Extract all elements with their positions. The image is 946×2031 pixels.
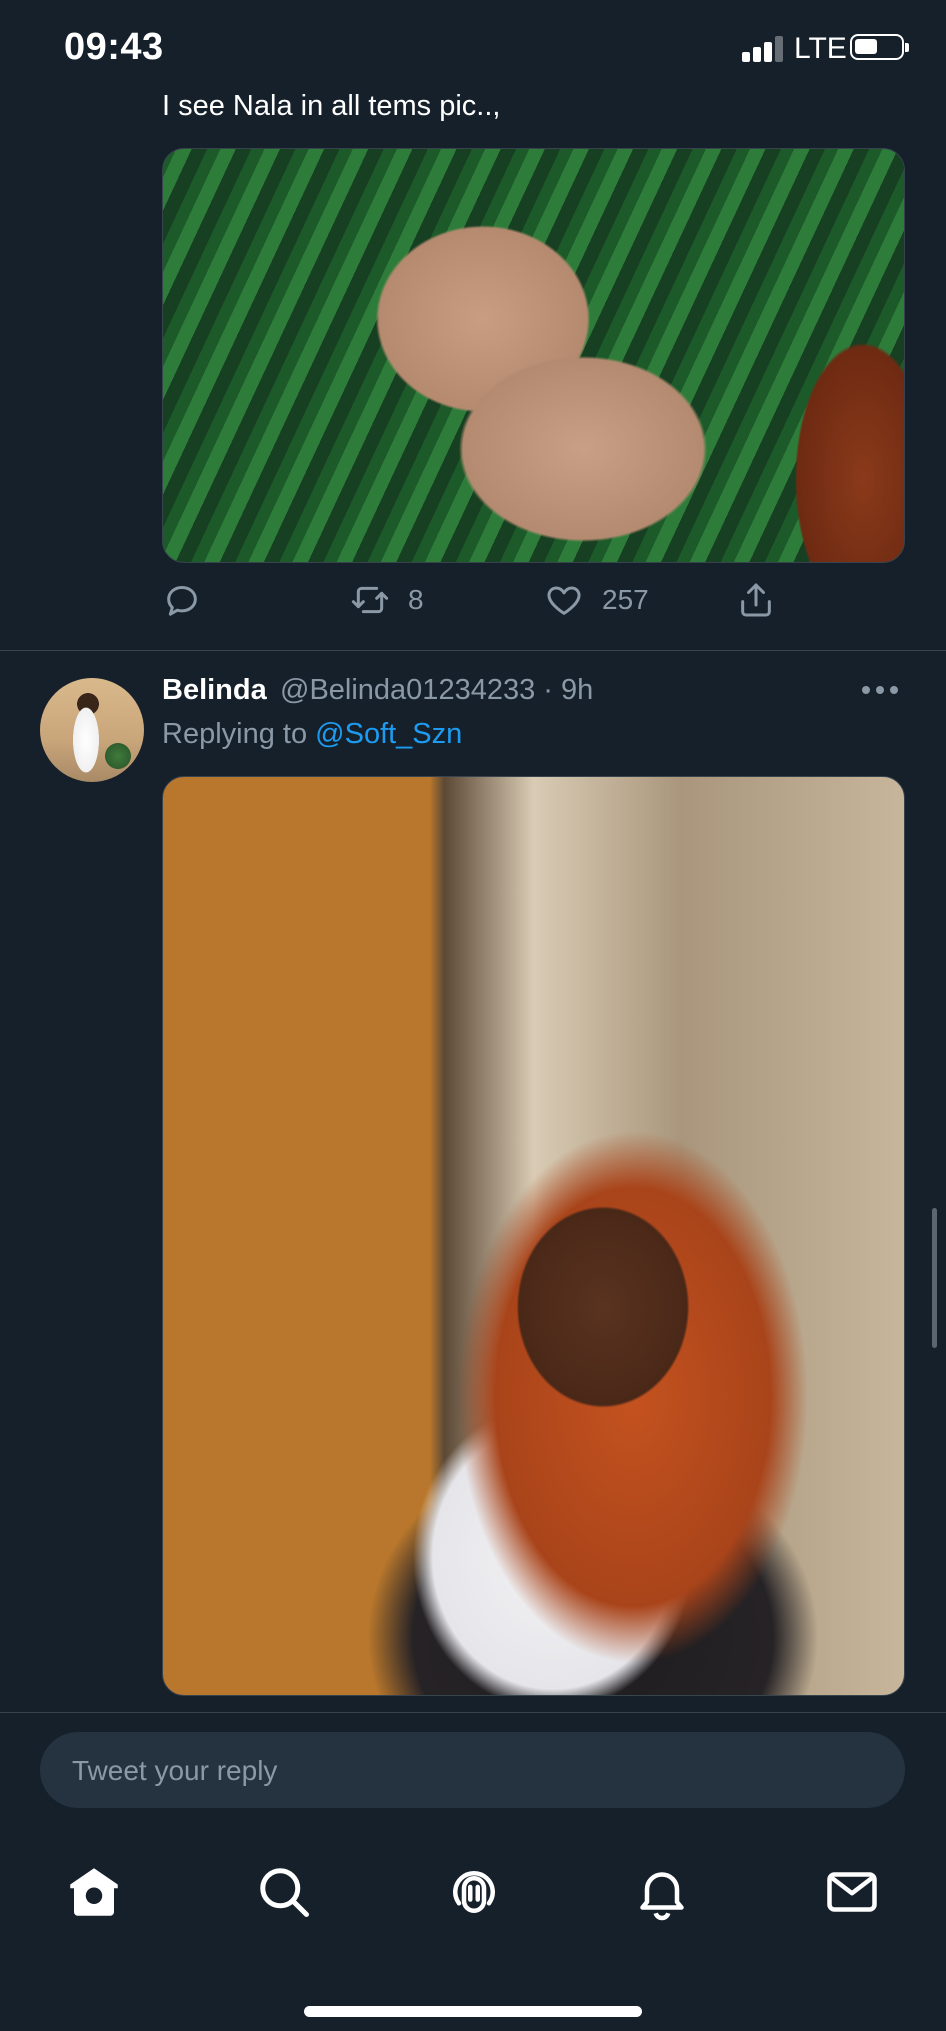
spaces-icon: [453, 1871, 495, 1913]
cellular-signal-icon: [742, 36, 784, 62]
home-indicator[interactable]: [304, 2006, 642, 2017]
like-button[interactable]: 257: [544, 580, 649, 620]
reply-icon: [167, 586, 197, 616]
tweet-text: I see Nala in all tems pic..,: [162, 90, 501, 122]
nav-messages[interactable]: [822, 1862, 882, 1922]
like-count: 257: [602, 584, 649, 615]
bell-icon: [640, 1872, 684, 1921]
avatar[interactable]: [40, 678, 144, 782]
retweet-button[interactable]: 8: [350, 580, 424, 620]
heart-icon: [547, 586, 581, 615]
replying-prefix: Replying to: [162, 718, 316, 750]
display-name[interactable]: Belinda: [162, 674, 267, 707]
envelope-icon: [827, 1872, 877, 1912]
retweet-count: 8: [408, 584, 424, 615]
tweet-actions: 8 257: [0, 580, 946, 626]
scrollbar[interactable]: [932, 1208, 937, 1348]
mention-link[interactable]: @Soft_Szn: [315, 718, 462, 750]
reply-input[interactable]: [70, 1732, 874, 1810]
tweet-image[interactable]: [162, 148, 905, 563]
search-icon: [260, 1868, 309, 1917]
handle-and-time: @Belinda01234233 · 9h: [280, 674, 594, 706]
retweet-icon: [351, 586, 389, 614]
home-icon: [70, 1868, 118, 1916]
share-icon: [741, 583, 771, 617]
status-time: 09:43: [64, 26, 164, 68]
battery-icon: [850, 34, 909, 60]
more-options-icon[interactable]: [862, 686, 902, 700]
reply-box[interactable]: [40, 1732, 905, 1810]
tweet-divider: [0, 650, 946, 651]
nav-home[interactable]: [64, 1862, 124, 1922]
tweet-image[interactable]: [162, 776, 905, 1696]
reply-button[interactable]: [162, 580, 202, 620]
nav-spaces[interactable]: [444, 1862, 504, 1922]
nav-search[interactable]: [254, 1862, 314, 1922]
network-type: LTE: [794, 32, 847, 65]
replying-to: Replying to @Soft_Szn: [162, 718, 462, 751]
nav-notifications[interactable]: [632, 1862, 692, 1922]
share-button[interactable]: [736, 580, 776, 620]
